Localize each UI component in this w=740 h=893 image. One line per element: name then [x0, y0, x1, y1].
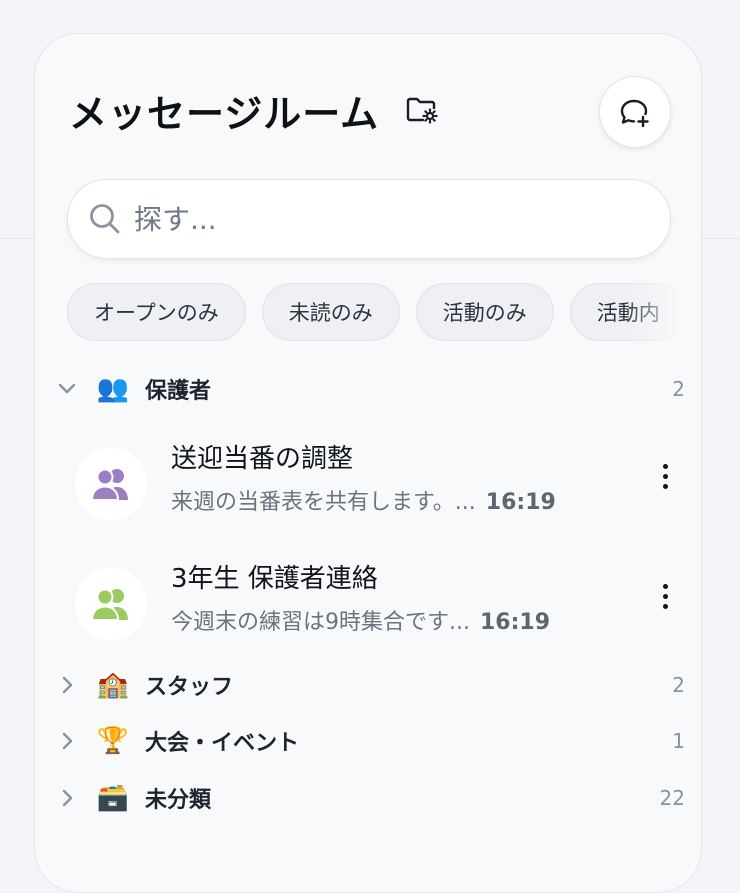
filter-open-only[interactable]: オープンのみ — [67, 283, 246, 341]
room-name: 3年生 保護者連絡 — [171, 564, 378, 594]
group-emoji-icon: 👥 — [96, 374, 130, 404]
group-staff[interactable]: 🏫 スタッフ 2 — [53, 665, 685, 705]
room-preview: 来週の当番表を共有します。... 16:19 — [171, 484, 556, 516]
search-icon — [90, 204, 120, 234]
group-name: 未分類 — [145, 788, 212, 813]
group-count: 2 — [672, 673, 685, 697]
search-input[interactable] — [134, 202, 634, 236]
chevron-right-icon — [53, 731, 81, 751]
group-emoji-icon: 🗃️ — [96, 783, 130, 813]
users-icon — [90, 588, 128, 621]
group-name: 保護者 — [145, 379, 212, 404]
filter-chips: オープンのみ 未読のみ 活動のみ 活動内 — [67, 283, 687, 343]
group-parents[interactable]: 👥 保護者 2 — [53, 369, 685, 409]
folder-settings-icon[interactable] — [405, 93, 439, 127]
group-count: 2 — [672, 377, 685, 401]
group-name: スタッフ — [145, 675, 234, 700]
room-time: 16:19 — [485, 490, 556, 515]
group-uncategorized[interactable]: 🗃️ 未分類 22 — [53, 778, 685, 818]
chevron-down-icon — [53, 382, 81, 396]
page-title: メッセージルーム — [69, 91, 380, 136]
room-item[interactable]: 3年生 保護者連絡 今週末の練習は9時集合です... 16:19 — [71, 554, 689, 654]
filter-unread-only[interactable]: 未読のみ — [261, 283, 400, 341]
chevron-right-icon — [53, 788, 81, 808]
chips-fade — [625, 283, 695, 343]
room-preview: 今週末の練習は9時集合です... 16:19 — [171, 604, 550, 636]
more-options-icon[interactable] — [653, 456, 677, 496]
group-count: 22 — [659, 786, 685, 810]
room-item[interactable]: 送迎当番の調整 来週の当番表を共有します。... 16:19 — [71, 434, 689, 534]
preview-text: 今週末の練習は9時集合です... — [171, 610, 470, 635]
avatar — [75, 568, 147, 640]
panel-header: メッセージルーム — [69, 76, 671, 148]
chevron-right-icon — [53, 675, 81, 695]
search-box[interactable] — [67, 179, 671, 259]
filter-active-only[interactable]: 活動のみ — [415, 283, 554, 341]
more-options-icon[interactable] — [653, 576, 677, 616]
group-events[interactable]: 🏆 大会・イベント 1 — [53, 721, 685, 761]
group-name: 大会・イベント — [145, 731, 300, 756]
room-time: 16:19 — [479, 610, 551, 635]
preview-text: 来週の当番表を共有します。... — [171, 490, 476, 515]
users-icon — [90, 468, 128, 501]
message-room-panel: メッセージルーム 探す... オープンのみ 未読のみ 活動のみ 👥 保護者 2 … — [34, 33, 702, 893]
new-chat-button[interactable] — [599, 76, 671, 148]
group-emoji-icon: 🏆 — [96, 726, 130, 756]
room-name: 送迎当番の調整 — [171, 444, 354, 474]
group-count: 1 — [672, 729, 685, 753]
chat-plus-icon — [620, 99, 649, 127]
group-emoji-icon: 🏫 — [96, 670, 130, 700]
avatar — [75, 448, 147, 520]
